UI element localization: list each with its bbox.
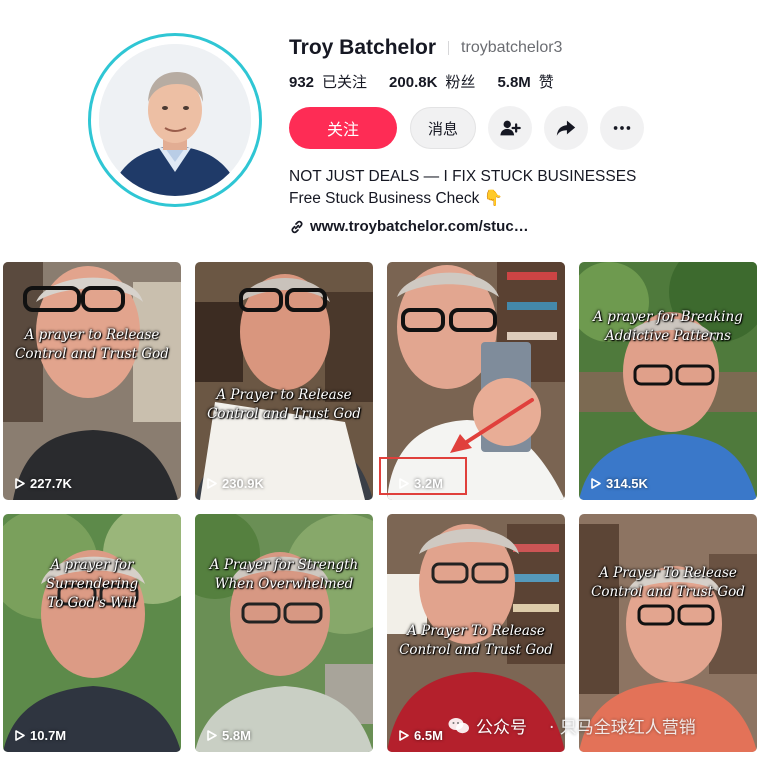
video-caption-line: A prayer for Breaking [593,309,743,325]
video-tile[interactable]: A Prayer for Strength When Overwhelmed 5… [195,514,373,752]
view-count-text: 10.7M [30,728,67,743]
view-count: 5.8M [207,728,251,743]
view-count: 10.7M [15,728,66,743]
video-caption: A Prayer for Strength When Overwhelmed [195,556,373,594]
bio: NOT JUST DEALS — I FIX STUCK BUSINESSES … [289,166,759,210]
stat-following[interactable]: 932 已关注 [289,71,367,92]
watermark-account: · 只马全球红人营销 [549,718,696,738]
play-icon [591,478,601,489]
video-caption-line: Control and Trust God [399,642,553,658]
view-count-text: 6.5M [414,728,443,743]
play-icon [15,478,25,489]
play-icon [207,478,217,489]
video-caption: A Prayer to Release Control and Trust Go… [195,386,373,424]
stat-followers-count: 200.8K [389,73,438,91]
share-button[interactable] [544,106,588,150]
stat-likes: 5.8M 赞 [497,71,553,92]
highlight-box [379,457,467,495]
share-arrow-icon [556,120,576,136]
action-buttons: 关注 消息 [289,106,759,150]
profile-link-text: www.troybatchelor.com/stuc… [310,218,529,235]
play-icon [15,730,25,741]
video-caption: A Prayer To Release Control and Trust Go… [579,564,757,602]
view-count: 230.9K [207,476,264,491]
view-count-text: 227.7K [30,476,72,491]
video-caption-line: A Prayer for Strength [209,557,359,573]
wechat-icon [448,717,469,733]
video-caption: A prayer for Breaking Addictive Patterns [579,308,757,346]
annotation-arrow-icon [450,398,534,453]
video-tile[interactable]: A Prayer to Release Control and Trust Go… [195,262,373,500]
view-count: 314.5K [591,476,648,491]
stat-likes-label: 赞 [538,73,554,91]
video-caption: A prayer to Release Control and Trust Go… [3,326,181,364]
view-count: 6.5M [399,728,443,743]
stat-following-count: 932 [289,73,315,91]
profile-info: Troy Batchelor troybatchelor3 932 已关注 20… [289,32,759,235]
video-thumbnail [3,514,181,752]
username: troybatchelor3 [461,39,563,56]
video-tile[interactable]: A prayer for Surrendering To God's Will … [3,514,181,752]
view-count-text: 314.5K [606,476,648,491]
person-plus-icon [500,120,521,136]
watermark-source: 公众号 [476,718,527,738]
video-caption: A Prayer To Release Control and Trust Go… [387,622,565,660]
add-friend-button[interactable] [488,106,532,150]
video-caption-line: Control and Trust God [15,346,169,362]
video-caption-line: A Prayer To Release [599,565,737,581]
video-thumbnail [579,262,757,500]
message-button[interactable]: 消息 [410,107,476,149]
video-tile[interactable]: A prayer to Release Control and Trust Go… [3,262,181,500]
video-caption-line: A Prayer To Release [407,623,545,639]
name-row: Troy Batchelor troybatchelor3 [289,32,759,64]
view-count: 227.7K [15,476,72,491]
avatar[interactable] [99,44,251,196]
play-icon [399,730,409,741]
more-dots-icon [613,126,631,130]
view-count-text: 5.8M [222,728,251,743]
name-divider [448,41,450,55]
video-caption-line: Control and Trust God [591,584,745,600]
video-caption-line: A prayer to Release [24,327,160,343]
avatar-ring[interactable] [88,33,262,207]
follow-button[interactable]: 关注 [289,107,397,149]
link-icon [291,220,303,233]
video-caption: A prayer for Surrendering To God's Will [3,556,181,613]
video-thumbnail [195,262,373,500]
video-caption-line: When Overwhelmed [214,576,354,592]
video-caption-line: To God's Will [47,595,137,611]
video-caption-line: Addictive Patterns [604,328,731,344]
bio-line-2: Free Stuck Business Check 👇 [289,190,503,207]
stats-row: 932 已关注 200.8K 粉丝 5.8M 赞 [289,70,759,92]
play-icon [207,730,217,741]
stat-following-label: 已关注 [322,73,368,91]
stat-followers[interactable]: 200.8K 粉丝 [389,71,475,92]
stat-followers-label: 粉丝 [445,73,476,91]
video-thumbnail [3,262,181,500]
more-button[interactable] [600,106,644,150]
video-caption-line: A Prayer to Release [216,387,352,403]
video-tile[interactable]: A prayer for Breaking Addictive Patterns… [579,262,757,500]
watermark: 公众号 · 只马全球红人营销 [448,713,696,738]
video-thumbnail [195,514,373,752]
video-caption-line: A prayer for Surrendering [45,557,139,592]
bio-line-1: NOT JUST DEALS — I FIX STUCK BUSINESSES [289,168,637,185]
view-count-text: 230.9K [222,476,264,491]
display-name: Troy Batchelor [289,36,437,59]
stat-likes-count: 5.8M [497,73,531,91]
video-caption-line: Control and Trust God [207,406,361,422]
profile-link[interactable]: www.troybatchelor.com/stuc… [289,218,759,235]
